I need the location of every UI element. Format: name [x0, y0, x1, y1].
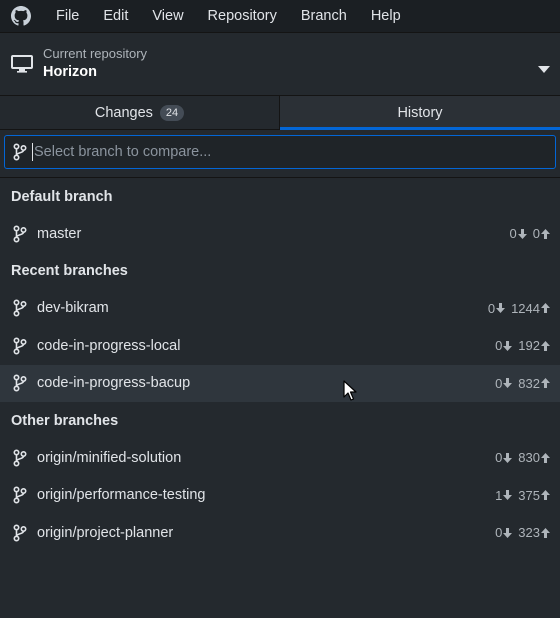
repository-name: Horizon: [43, 64, 97, 80]
git-branch-icon: [13, 143, 27, 161]
ahead-count: 1244: [511, 301, 550, 316]
git-branch-icon: [13, 225, 29, 243]
tab-changes[interactable]: Changes 24: [0, 96, 280, 129]
menu-help[interactable]: Help: [361, 8, 415, 24]
git-branch-icon: [13, 299, 29, 317]
mouse-pointer-icon: [343, 380, 357, 405]
behind-count: 0: [488, 301, 506, 316]
menu-file[interactable]: File: [46, 8, 93, 24]
git-branch-icon: [13, 524, 29, 542]
arrow-up-icon: [541, 452, 550, 463]
group-header-recent: Recent branches: [11, 263, 128, 279]
behind-count: 0: [495, 450, 513, 465]
ahead-count: 375: [518, 488, 550, 503]
menu-edit[interactable]: Edit: [93, 8, 142, 24]
tab-bar: Changes 24 History: [0, 96, 560, 130]
branch-row-master[interactable]: master 0 0: [0, 215, 560, 253]
branch-row-code-in-progress-bacup[interactable]: code-in-progress-bacup 0 832: [0, 364, 560, 402]
arrow-up-icon: [541, 490, 550, 501]
arrow-down-icon: [503, 340, 513, 351]
ahead-behind-counts: 0 832: [495, 376, 550, 391]
repository-selector[interactable]: Current repository Horizon: [0, 32, 560, 96]
ahead-count: 0: [533, 226, 550, 241]
group-header-other: Other branches: [11, 412, 119, 429]
ahead-count: 323: [518, 525, 550, 540]
ahead-behind-counts: 0 1244: [488, 301, 550, 316]
branch-filter-container: [0, 130, 560, 178]
ahead-count: 830: [518, 450, 550, 465]
branch-filter-input[interactable]: [32, 143, 555, 161]
branch-row-origin-minified-solution[interactable]: origin/minified-solution 0 830: [0, 439, 560, 477]
arrow-down-icon: [503, 378, 513, 389]
github-logo-icon: [10, 5, 32, 27]
arrow-down-icon: [517, 228, 527, 239]
ahead-behind-counts: 1 375: [495, 488, 550, 503]
menu-repository[interactable]: Repository: [198, 8, 291, 24]
menu-bar: File Edit View Repository Branch Help: [0, 0, 560, 32]
branch-list: Default branch master 0 0 Recent branche…: [0, 178, 560, 552]
branch-filter-box[interactable]: [4, 135, 556, 169]
behind-count: 0: [495, 376, 513, 391]
branch-name: origin/minified-solution: [37, 449, 182, 466]
branch-name: origin/performance-testing: [37, 487, 206, 504]
branch-name: code-in-progress-bacup: [37, 375, 191, 392]
branch-row-code-in-progress-local[interactable]: code-in-progress-local 0 192: [0, 327, 560, 365]
git-branch-icon: [13, 337, 29, 355]
behind-count: 0: [495, 338, 513, 353]
ahead-count: 832: [518, 376, 550, 391]
arrow-up-icon: [541, 378, 550, 389]
triangle-down-icon[interactable]: [538, 61, 550, 77]
ahead-behind-counts: 0 0: [510, 226, 550, 241]
arrow-up-icon: [541, 527, 550, 538]
ahead-behind-counts: 0 830: [495, 450, 550, 465]
tab-changes-label: Changes: [94, 104, 153, 121]
arrow-down-icon: [503, 490, 513, 501]
arrow-up-icon: [541, 228, 550, 239]
git-branch-icon: [13, 486, 29, 504]
behind-count: 0: [495, 525, 513, 540]
behind-count: 1: [495, 488, 513, 503]
branch-name: code-in-progress-local: [37, 337, 181, 354]
arrow-down-icon: [503, 452, 513, 463]
branch-name: dev-bikram: [37, 300, 109, 317]
branch-row-origin-performance-testing[interactable]: origin/performance-testing 1 375: [0, 477, 560, 515]
git-branch-icon: [13, 449, 29, 467]
tab-history[interactable]: History: [280, 96, 560, 130]
repository-text: Current repository Horizon: [43, 46, 147, 82]
changes-count-badge: 24: [159, 104, 185, 121]
menu-view[interactable]: View: [142, 8, 197, 24]
ahead-behind-counts: 0 192: [495, 338, 550, 353]
branch-name: origin/project-planner: [37, 524, 174, 541]
computer-icon: [11, 55, 33, 73]
arrow-up-icon: [541, 340, 550, 351]
arrow-down-icon: [503, 527, 513, 538]
repository-caption: Current repository: [43, 46, 148, 61]
git-branch-icon: [13, 374, 29, 392]
arrow-up-icon: [541, 303, 550, 314]
menu-branch[interactable]: Branch: [291, 8, 361, 24]
branch-row-dev-bikram[interactable]: dev-bikram 0 1244: [0, 290, 560, 328]
group-header-default: Default branch: [11, 188, 113, 205]
branch-row-origin-project-planner[interactable]: origin/project-planner 0 323: [0, 514, 560, 552]
branch-name: master: [37, 225, 82, 242]
ahead-count: 192: [518, 338, 550, 353]
ahead-behind-counts: 0 323: [495, 525, 550, 540]
behind-count: 0: [510, 226, 527, 241]
tab-history-label: History: [397, 104, 443, 121]
arrow-down-icon: [496, 303, 506, 314]
